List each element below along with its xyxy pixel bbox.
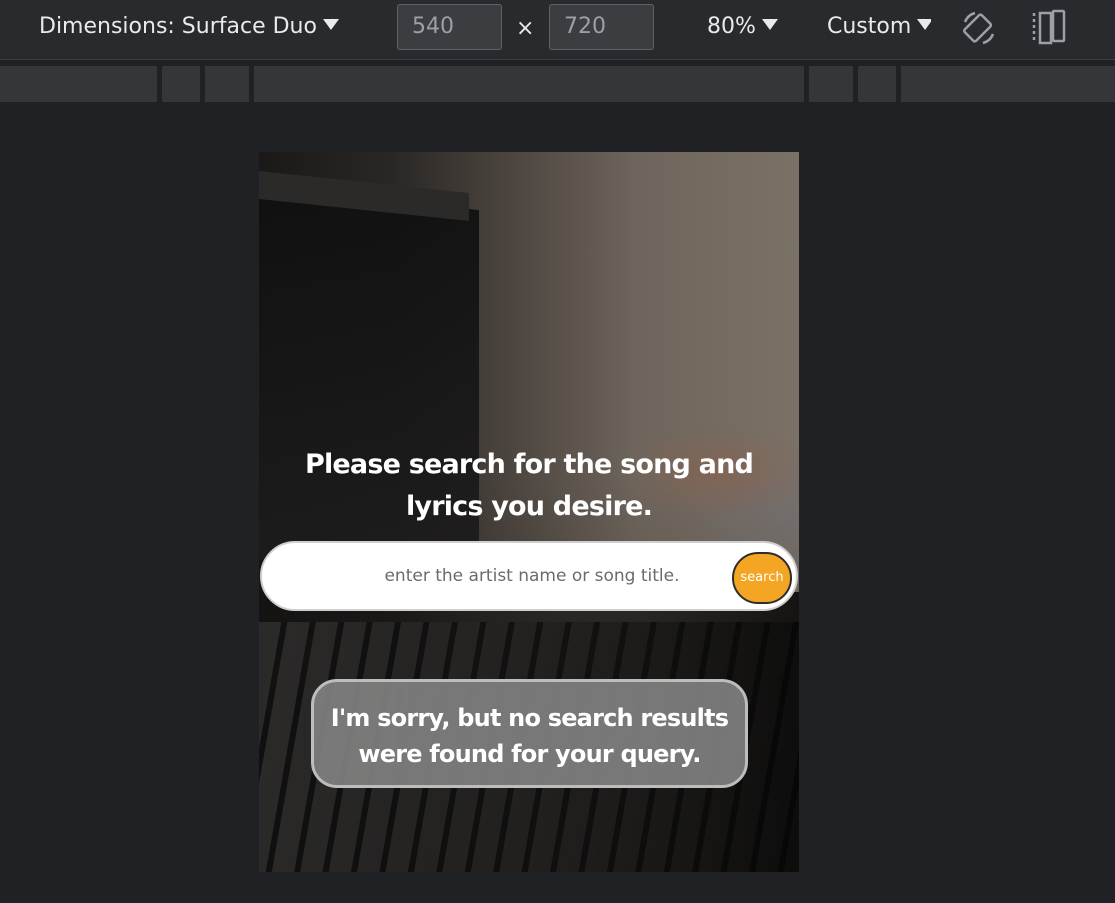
ruler-segment[interactable] [901,66,1115,102]
page-headline: Please search for the song and lyrics yo… [304,449,754,522]
ruler-segment[interactable] [0,66,157,102]
no-results-message: I'm sorry, but no search results were fo… [311,679,748,788]
ruler-segment[interactable] [858,66,896,102]
search-button[interactable]: search [732,552,792,604]
device-toolbar: Dimensions: Surface Duo 540 × 720 80% Cu… [0,0,1115,60]
zoom-label: 80% [707,14,756,39]
zoom-dropdown[interactable]: 80% [707,14,778,39]
chevron-down-icon [322,18,339,30]
ruler-segment[interactable] [809,66,853,102]
search-input[interactable] [302,553,762,599]
ruler-segment[interactable] [205,66,249,102]
chevron-down-icon [761,18,778,30]
device-viewport: Please search for the song and lyrics yo… [259,152,799,872]
height-input[interactable]: 720 [549,4,654,50]
throttle-dropdown[interactable]: Custom [827,14,931,39]
rotate-icon[interactable] [959,8,999,48]
ruler-segment[interactable] [254,66,804,102]
throttle-label: Custom [827,14,912,39]
dimension-separator: × [516,16,535,41]
media-query-ruler [0,66,1115,104]
search-bar: search [260,541,798,611]
dual-screen-icon[interactable] [1029,8,1069,48]
ruler-segment[interactable] [162,66,200,102]
dimensions-dropdown[interactable]: Dimensions: Surface Duo [39,14,339,39]
dimensions-label: Dimensions: Surface Duo [39,14,317,39]
width-input[interactable]: 540 [397,4,502,50]
chevron-down-icon [917,18,931,30]
